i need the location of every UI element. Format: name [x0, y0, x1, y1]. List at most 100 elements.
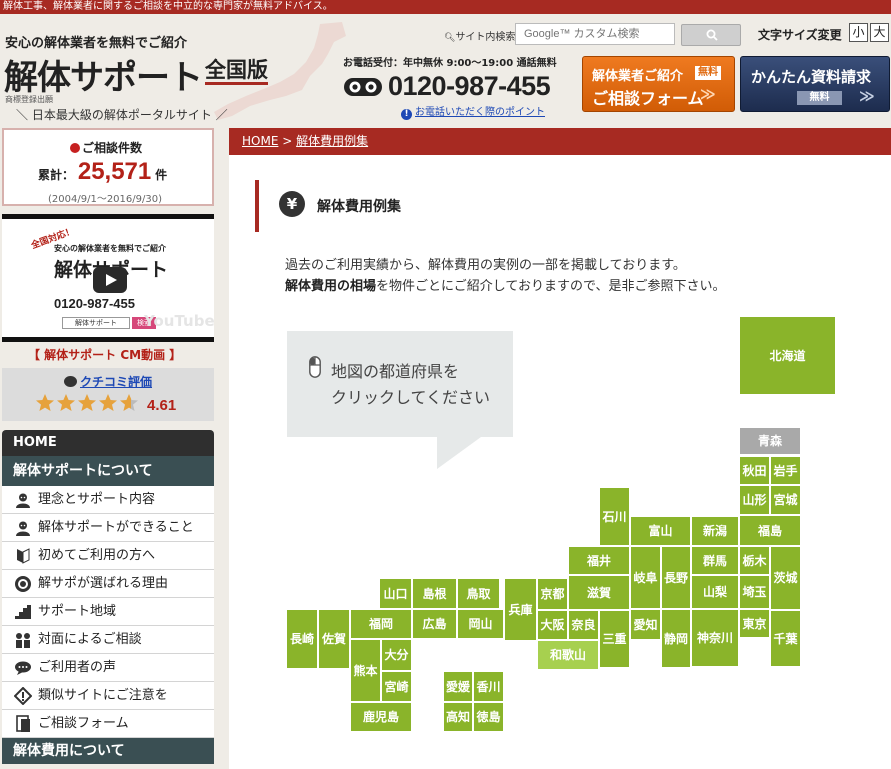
- prefecture-saitama[interactable]: 埼玉: [739, 575, 770, 609]
- sidebar-nav-item[interactable]: ご相談フォーム: [2, 710, 214, 738]
- youtube-watermark: YouTube: [144, 312, 214, 330]
- prefecture-kumamoto[interactable]: 熊本: [350, 639, 381, 702]
- prefecture-niigata[interactable]: 新潟: [691, 516, 739, 546]
- medal-icon: [13, 575, 33, 593]
- prefecture-tokushima[interactable]: 徳島: [473, 702, 504, 732]
- cm-video-caption: 【 解体サポート CM動画 】: [28, 348, 182, 362]
- search-label: 🔍︎サイト内検索: [444, 28, 515, 43]
- prefecture-oita[interactable]: 大分: [381, 639, 412, 671]
- cta-form-free-badge: 無料: [695, 66, 721, 80]
- prefecture-ehime[interactable]: 愛媛: [443, 671, 473, 702]
- prefecture-kagoshima[interactable]: 鹿児島: [350, 702, 412, 732]
- font-size-large-button[interactable]: 大: [870, 23, 889, 42]
- prefecture-nagasaki[interactable]: 長崎: [286, 609, 318, 669]
- sidebar-nav-item[interactable]: 対面によるご相談: [2, 626, 214, 654]
- search-button[interactable]: [681, 24, 741, 46]
- prefecture-gunma[interactable]: 群馬: [691, 546, 739, 575]
- sidebar-nav-item[interactable]: 解体サポートができること: [2, 514, 214, 542]
- phone-number[interactable]: 0120-987-455: [388, 71, 551, 102]
- prefecture-kochi[interactable]: 高知: [443, 702, 473, 732]
- review-score: 4.61: [147, 397, 177, 414]
- sidebar-nav-item-label: ご利用者の声: [38, 660, 117, 675]
- prefecture-shimane[interactable]: 島根: [412, 578, 457, 609]
- prefecture-shiga[interactable]: 滋賀: [568, 575, 630, 610]
- search-small-icon: 🔍︎: [444, 33, 456, 43]
- play-icon[interactable]: [93, 267, 127, 293]
- sidebar-nav-item[interactable]: ご利用者の声: [2, 654, 214, 682]
- prefecture-toyama[interactable]: 富山: [630, 516, 691, 546]
- person-icon: [13, 491, 33, 509]
- sidebar-nav-item[interactable]: 理念とサポート内容: [2, 486, 214, 514]
- consultation-form-button[interactable]: 解体業者ご紹介 無料 ご相談フォーム ≫: [582, 56, 735, 112]
- prefecture-nara[interactable]: 奈良: [568, 610, 599, 640]
- prefecture-wakayama[interactable]: 和歌山: [537, 640, 599, 670]
- sidebar-nav-item[interactable]: 類似サイトにご注意を: [2, 682, 214, 710]
- prefecture-shizuoka[interactable]: 静岡: [661, 609, 691, 668]
- site-logo-sub: 全国版: [205, 58, 268, 85]
- prefecture-yamaguchi[interactable]: 山口: [379, 578, 412, 609]
- prefecture-ibaraki[interactable]: 茨城: [770, 546, 801, 610]
- cta-doc-free-badge: 無料: [797, 91, 842, 105]
- sidebar-nav-item[interactable]: 解サポが選ばれる理由: [2, 570, 214, 598]
- cta-form-line2: ご相談フォーム: [592, 89, 704, 108]
- site-logo[interactable]: 解体サポート: [4, 50, 203, 99]
- prefecture-tokyo[interactable]: 東京: [739, 609, 770, 638]
- site-search-input[interactable]: [515, 23, 675, 45]
- beginner-mark-icon: [13, 547, 33, 565]
- prefecture-osaka[interactable]: 大阪: [537, 610, 568, 640]
- cm-video-player[interactable]: 全国対応！ 安心の解体業者を無料でご紹介 解体サポート 0120-987-455…: [2, 214, 214, 342]
- breadcrumb-home[interactable]: HOME: [242, 134, 278, 148]
- nav-section-cost: 解体費用について: [2, 738, 214, 764]
- breadcrumb-current[interactable]: 解体費用例集: [296, 134, 368, 148]
- prefecture-miyazaki[interactable]: 宮崎: [381, 671, 412, 702]
- font-size-label: 文字サイズ変更: [758, 28, 842, 42]
- document-request-button[interactable]: かんたん資料請求 無料 ≫: [740, 56, 890, 112]
- prefecture-tottori[interactable]: 鳥取: [457, 578, 500, 609]
- prefecture-tochigi[interactable]: 栃木: [739, 546, 770, 575]
- prefecture-kanagawa[interactable]: 神奈川: [691, 609, 739, 667]
- prefecture-fukui[interactable]: 福井: [568, 546, 630, 575]
- intro-text-2: 解体費用の相場を物件ごとにご紹介しておりますので、是非ご参照下さい。: [285, 275, 725, 294]
- yen-icon: ¥: [279, 191, 305, 217]
- phone-tips-link[interactable]: お電話いただく際のポイント: [415, 107, 545, 118]
- sidebar-nav-item-label: 類似サイトにご注意を: [38, 688, 168, 703]
- prefecture-fukushima[interactable]: 福島: [739, 515, 801, 546]
- consultation-count-box: ご相談件数 累計： 25,571 件 (2004/9/1～2016/9/30): [2, 128, 214, 206]
- count-label: 累計：: [38, 168, 75, 182]
- prefecture-fukuoka[interactable]: 福岡: [350, 609, 412, 639]
- phone-tips: ! お電話いただく際のポイント: [401, 103, 573, 120]
- sidebar-nav-item-label: 初めてご利用の方へ: [38, 548, 156, 563]
- prefecture-hokkaido[interactable]: 北海道: [739, 316, 836, 395]
- speech-bubble-icon: [64, 376, 77, 387]
- prefecture-nagano[interactable]: 長野: [661, 546, 691, 609]
- prefecture-kagawa[interactable]: 香川: [473, 671, 504, 702]
- sidebar-nav-item[interactable]: 初めてご利用の方へ: [2, 542, 214, 570]
- section-heading: ¥ 解体費用例集: [255, 180, 875, 232]
- nav-home[interactable]: HOME: [2, 430, 214, 456]
- prefecture-yamagata[interactable]: 山形: [739, 485, 770, 515]
- prefecture-mie[interactable]: 三重: [599, 610, 630, 668]
- prefecture-ishikawa[interactable]: 石川: [599, 487, 630, 546]
- prefecture-gifu[interactable]: 岐阜: [630, 546, 661, 609]
- prefecture-hiroshima[interactable]: 広島: [412, 609, 457, 639]
- sidebar-nav-item-label: 理念とサポート内容: [38, 492, 156, 507]
- review-link[interactable]: クチコミ評価: [80, 375, 152, 389]
- review-box: クチコミ評価 4.61: [2, 368, 214, 421]
- prefecture-akita[interactable]: 秋田: [739, 456, 770, 485]
- prefecture-iwate[interactable]: 岩手: [770, 456, 801, 485]
- double-chevron-icon: ≫: [859, 87, 875, 105]
- font-size-small-button[interactable]: 小: [849, 23, 868, 42]
- prefecture-chiba[interactable]: 千葉: [770, 610, 801, 667]
- prefecture-saga[interactable]: 佐賀: [318, 609, 350, 669]
- prefecture-hyogo[interactable]: 兵庫: [504, 578, 537, 641]
- cta-doc-line1: かんたん資料請求: [751, 68, 872, 86]
- prefecture-miyagi[interactable]: 宮城: [770, 485, 801, 515]
- prefecture-aichi[interactable]: 愛知: [630, 609, 661, 640]
- prefecture-aomori: 青森: [739, 427, 801, 455]
- prefecture-kyoto[interactable]: 京都: [537, 578, 568, 610]
- form-icon: [13, 714, 33, 733]
- prefecture-okayama[interactable]: 岡山: [457, 609, 504, 639]
- warning-icon: [13, 686, 33, 705]
- sidebar-nav-item[interactable]: サポート地域: [2, 598, 214, 626]
- prefecture-yamanashi[interactable]: 山梨: [691, 575, 739, 609]
